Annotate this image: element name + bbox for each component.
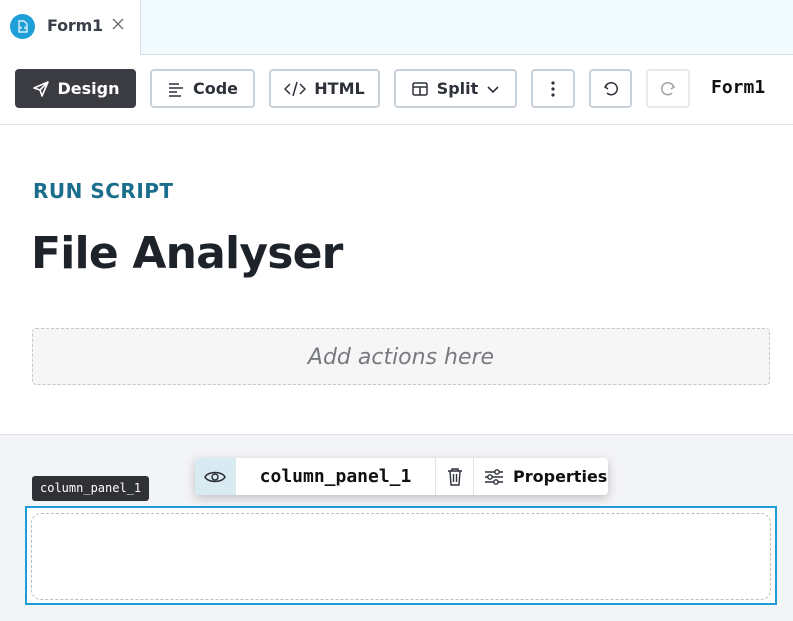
component-toolbar: column_panel_1 Properties	[195, 458, 608, 495]
component-name: column_panel_1	[236, 458, 436, 495]
columns-icon	[411, 81, 428, 96]
page-title[interactable]: File Analyser	[31, 228, 343, 279]
html-button[interactable]: HTML	[269, 69, 380, 108]
split-dropdown-label: Split	[436, 79, 479, 98]
trash-icon	[447, 467, 462, 486]
more-vertical-icon	[551, 80, 555, 97]
column-panel-dropzone[interactable]	[31, 513, 771, 600]
design-button[interactable]: Design	[15, 69, 136, 108]
column-panel-selected[interactable]	[25, 506, 777, 605]
actions-dropzone[interactable]: Add actions here	[32, 328, 770, 385]
editor-toolbar: Design Code HTML Split	[0, 55, 793, 125]
tab-form1[interactable]: Form1	[0, 0, 141, 55]
undo-button[interactable]	[589, 69, 632, 108]
form-name: Form1	[711, 77, 766, 98]
tab-strip: Form1	[0, 0, 793, 55]
properties-button[interactable]: Properties	[474, 458, 608, 495]
component-name-tag: column_panel_1	[32, 476, 150, 501]
more-options-button[interactable]	[531, 69, 575, 108]
align-left-icon	[168, 82, 183, 97]
properties-button-label: Properties	[513, 467, 608, 486]
redo-button[interactable]	[646, 69, 690, 108]
code-icon	[284, 81, 307, 96]
sliders-icon	[485, 468, 503, 485]
html-button-label: HTML	[314, 79, 365, 98]
chevron-down-icon	[487, 85, 499, 93]
visibility-toggle-button[interactable]	[195, 458, 236, 495]
send-icon	[32, 80, 49, 97]
close-icon[interactable]	[111, 16, 125, 30]
split-dropdown[interactable]: Split	[394, 69, 517, 108]
code-button[interactable]: Code	[150, 69, 255, 108]
redo-icon	[661, 81, 676, 95]
delete-component-button[interactable]	[436, 458, 474, 495]
form-file-icon	[10, 14, 35, 39]
tab-label: Form1	[47, 16, 103, 35]
undo-icon	[603, 81, 618, 95]
actions-placeholder: Add actions here	[307, 345, 495, 370]
page-subtitle[interactable]: RUN SCRIPT	[33, 179, 174, 203]
code-button-label: Code	[192, 79, 239, 98]
design-button-label: Design	[57, 79, 120, 98]
eye-icon	[204, 471, 226, 482]
